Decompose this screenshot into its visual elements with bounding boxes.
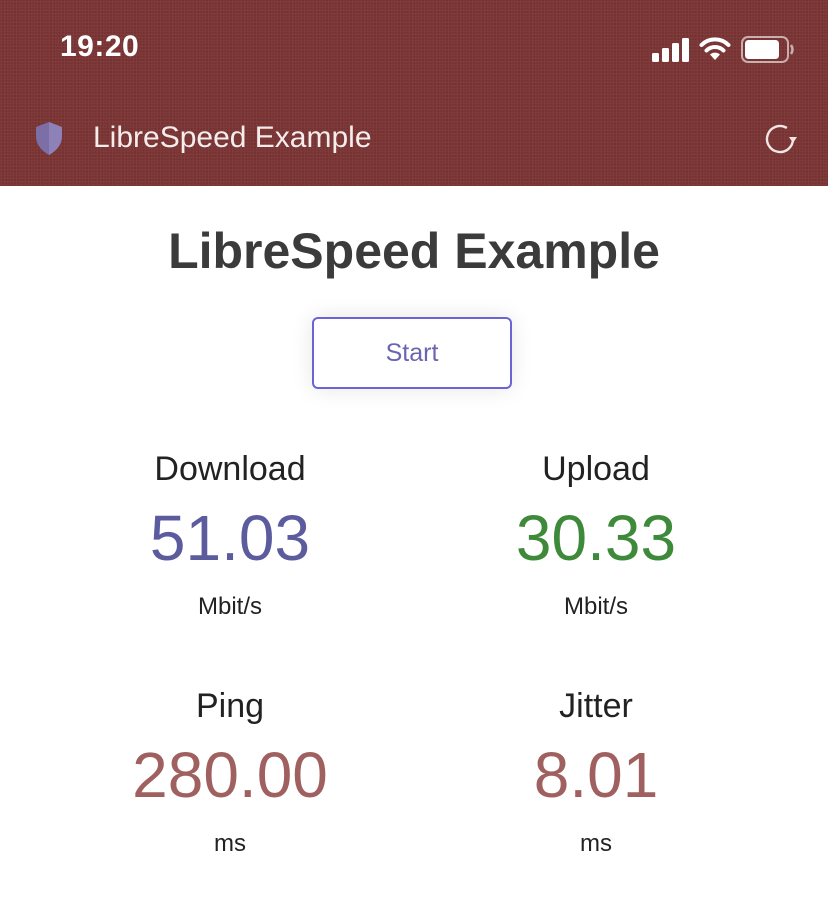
jitter-metric: Jitter 8.01 ms (446, 686, 746, 858)
ping-value: 280.00 (132, 739, 328, 811)
signal-icon (652, 38, 689, 62)
upload-value: 30.33 (515, 502, 677, 574)
upload-metric: Upload 30.33 Mbit/s (446, 449, 746, 621)
wifi-icon (699, 37, 731, 60)
page-title: LibreSpeed Example (168, 223, 660, 279)
download-value: 51.03 (149, 502, 311, 574)
upload-unit: Mbit/s (563, 593, 628, 620)
upload-label: Upload (542, 450, 650, 488)
download-unit: Mbit/s (197, 593, 262, 620)
jitter-unit: ms (580, 830, 612, 857)
app-header: 19:20 LibreSpeed Example (0, 0, 828, 186)
ping-label: Ping (195, 687, 265, 725)
download-label: Download (154, 450, 306, 488)
ping-unit: ms (214, 830, 246, 857)
jitter-label: Jitter (559, 687, 633, 725)
download-metric: Download 51.03 Mbit/s (80, 449, 380, 621)
reload-icon[interactable] (760, 119, 800, 159)
start-button[interactable]: Start (312, 317, 512, 389)
shield-icon[interactable] (34, 121, 64, 156)
status-time: 19:20 (60, 30, 140, 63)
nav-title: LibreSpeed Example (93, 121, 372, 154)
ping-metric: Ping 280.00 ms (80, 686, 380, 858)
battery-icon (741, 36, 794, 63)
jitter-value: 8.01 (533, 739, 659, 811)
